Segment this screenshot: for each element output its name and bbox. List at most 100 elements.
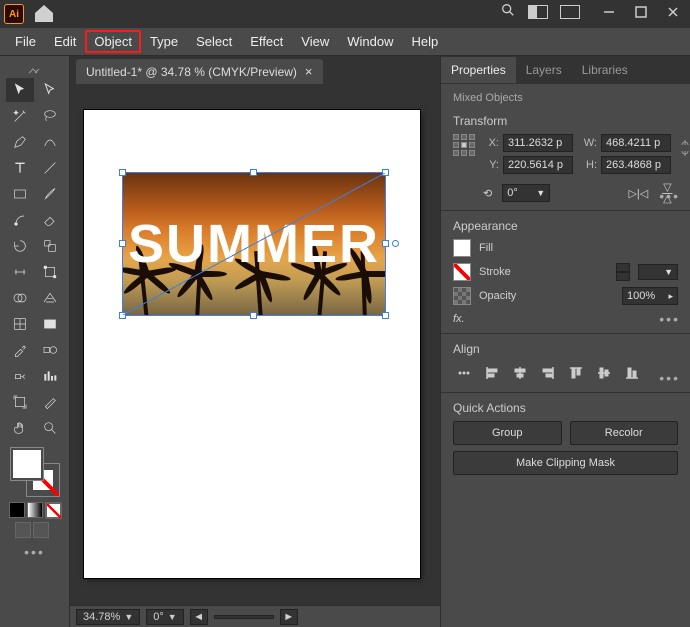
align-right-button[interactable]	[537, 362, 559, 384]
close-tab-icon[interactable]: ×	[305, 64, 313, 79]
menu-help[interactable]: Help	[402, 30, 447, 53]
type-tool[interactable]	[6, 156, 34, 180]
more-options-icon[interactable]: •••	[659, 370, 680, 386]
arrange-docs-button[interactable]	[528, 5, 548, 19]
menu-select[interactable]: Select	[187, 30, 241, 53]
stroke-weight-input[interactable]: ▼	[638, 264, 678, 280]
gradient-mode-button[interactable]	[27, 502, 43, 518]
fill-stroke-swatch[interactable]	[11, 448, 59, 496]
tab-layers[interactable]: Layers	[516, 57, 572, 83]
minimize-button[interactable]	[598, 4, 620, 20]
fx-button[interactable]: fx.	[453, 313, 678, 325]
magic-wand-tool[interactable]	[6, 104, 34, 128]
stroke-color-swatch[interactable]	[453, 263, 471, 281]
paintbrush-tool[interactable]	[36, 182, 64, 206]
perspective-grid-tool[interactable]	[36, 286, 64, 310]
draw-behind-button[interactable]	[33, 522, 49, 538]
tab-properties[interactable]: Properties	[441, 57, 516, 83]
lasso-tool[interactable]	[36, 104, 64, 128]
artboard-nav[interactable]	[214, 615, 274, 619]
stroke-weight-stepper[interactable]	[616, 263, 630, 281]
menu-window[interactable]: Window	[338, 30, 402, 53]
reference-point-selector[interactable]	[453, 134, 475, 158]
artboard-tool[interactable]	[6, 390, 34, 414]
document-tab[interactable]: Untitled-1* @ 34.78 % (CMYK/Preview) ×	[76, 59, 323, 84]
more-options-icon[interactable]: •••	[659, 188, 680, 204]
edit-toolbar-button[interactable]: •••	[7, 544, 63, 560]
menu-view[interactable]: View	[292, 30, 338, 53]
w-input[interactable]: 468.4211 p	[601, 134, 671, 152]
menu-edit[interactable]: Edit	[45, 30, 85, 53]
placed-image[interactable]	[123, 173, 385, 315]
hand-tool[interactable]	[6, 416, 34, 440]
direct-selection-tool[interactable]	[36, 78, 64, 102]
maximize-button[interactable]	[630, 4, 652, 20]
shape-builder-tool[interactable]	[6, 286, 34, 310]
slice-tool[interactable]	[36, 390, 64, 414]
line-segment-tool[interactable]	[36, 156, 64, 180]
gradient-tool[interactable]	[36, 312, 64, 336]
opacity-input[interactable]: 100%▸	[622, 287, 678, 305]
free-transform-tool[interactable]	[36, 260, 64, 284]
none-mode-button[interactable]	[45, 502, 61, 518]
artboard-next-button[interactable]: ►	[280, 609, 298, 625]
eyedropper-tool[interactable]	[6, 338, 34, 362]
panel-tab-bar: Properties Layers Libraries	[441, 56, 690, 84]
group-button[interactable]: Group	[453, 421, 562, 445]
toolbox-collapse-icon[interactable]	[25, 64, 45, 74]
close-button[interactable]	[662, 4, 684, 20]
artboard[interactable]: SUMMER	[84, 110, 420, 578]
status-bar: 34.78%▼ 0°▼ ◄ ►	[70, 605, 440, 627]
link-wh-icon[interactable]	[679, 134, 690, 162]
width-tool[interactable]	[6, 260, 34, 284]
scale-tool[interactable]	[36, 234, 64, 258]
color-mode-button[interactable]	[9, 502, 25, 518]
selection-tool[interactable]	[6, 78, 34, 102]
recolor-button[interactable]: Recolor	[570, 421, 679, 445]
more-options-icon[interactable]: •••	[659, 311, 680, 327]
align-to-button[interactable]	[453, 362, 475, 384]
menu-file[interactable]: File	[6, 30, 45, 53]
eraser-tool[interactable]	[36, 208, 64, 232]
artboard-prev-button[interactable]: ◄	[190, 609, 208, 625]
search-icon[interactable]	[500, 2, 516, 21]
home-icon[interactable]	[32, 2, 56, 26]
align-left-button[interactable]	[481, 362, 503, 384]
menu-type[interactable]: Type	[141, 30, 187, 53]
align-vcenter-button[interactable]	[593, 362, 615, 384]
transform-section: Transform X:311.2632 p Y:220.5614 p W:46…	[441, 106, 690, 211]
draw-normal-button[interactable]	[15, 522, 31, 538]
make-clipping-mask-button[interactable]: Make Clipping Mask	[453, 451, 678, 475]
mesh-tool[interactable]	[6, 312, 34, 336]
align-bottom-button[interactable]	[621, 362, 643, 384]
align-hcenter-button[interactable]	[509, 362, 531, 384]
column-graph-tool[interactable]	[36, 364, 64, 388]
x-input[interactable]: 311.2632 p	[503, 134, 573, 152]
menu-object[interactable]: Object	[85, 30, 141, 53]
flip-horizontal-button[interactable]: ▷|◁	[628, 187, 648, 200]
align-top-button[interactable]	[565, 362, 587, 384]
workspace-switcher-button[interactable]	[560, 5, 580, 19]
blend-tool[interactable]	[36, 338, 64, 362]
canvas[interactable]: SUMMER	[70, 84, 440, 605]
text-object[interactable]: SUMMER	[123, 173, 385, 315]
selection-bounding-box[interactable]: SUMMER	[122, 172, 386, 316]
rotate-input[interactable]: 0°▼	[502, 184, 550, 202]
opacity-swatch[interactable]	[453, 287, 471, 305]
y-input[interactable]: 220.5614 p	[503, 156, 573, 174]
menu-effect[interactable]: Effect	[241, 30, 292, 53]
rotate-view[interactable]: 0°▼	[146, 609, 183, 625]
rectangle-tool[interactable]	[6, 182, 34, 206]
tab-libraries[interactable]: Libraries	[572, 57, 638, 83]
fill-color-swatch[interactable]	[453, 239, 471, 257]
zoom-tool[interactable]	[36, 416, 64, 440]
h-input[interactable]: 263.4868 p	[601, 156, 671, 174]
rotate-tool[interactable]	[6, 234, 34, 258]
curvature-tool[interactable]	[36, 130, 64, 154]
pen-tool[interactable]	[6, 130, 34, 154]
zoom-level[interactable]: 34.78%▼	[76, 609, 140, 625]
shaper-tool[interactable]	[6, 208, 34, 232]
symbol-sprayer-tool[interactable]	[6, 364, 34, 388]
fill-swatch[interactable]	[11, 448, 43, 480]
opacity-label: Opacity	[479, 290, 516, 302]
